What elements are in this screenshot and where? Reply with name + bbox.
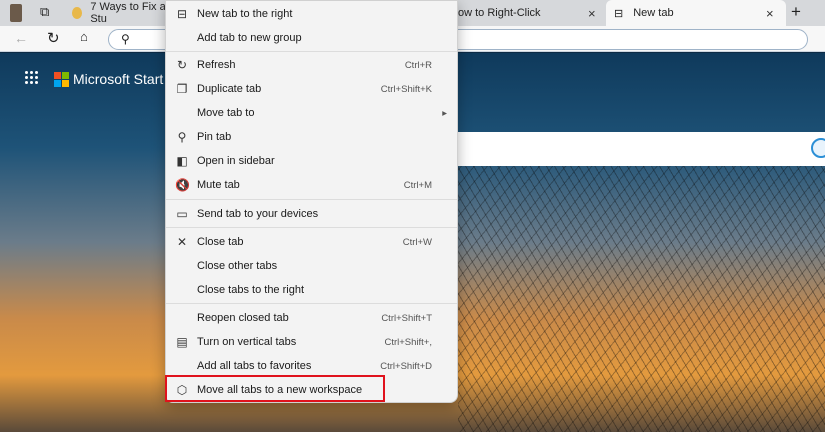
tab-right-click[interactable]: ow to Right-Click × — [458, 0, 603, 26]
workspaces-icon[interactable]: ⧉ — [40, 4, 49, 20]
duplicate-icon: ❐ — [175, 82, 189, 96]
menu-item-label: Close tab — [197, 236, 243, 248]
new-tab-icon: ⊟ — [175, 7, 189, 21]
menu-separator — [166, 303, 457, 304]
refresh-icon: ↻ — [175, 58, 189, 72]
back-icon[interactable]: ← — [14, 30, 28, 46]
new-tab-button[interactable]: + — [791, 2, 801, 22]
menu-item-add-tab-to-new-group[interactable]: Add tab to new group — [166, 27, 457, 49]
menu-item-label: Refresh — [197, 59, 236, 71]
menu-item-label: Reopen closed tab — [197, 312, 289, 324]
new-tab-page-icon: ⊟ — [614, 7, 623, 20]
menu-item-add-all-tabs-to-favorites[interactable]: Add all tabs to favorites Ctrl+Shift+D — [166, 355, 457, 377]
close-tab-icon[interactable]: × — [588, 6, 596, 21]
menu-item-reopen-closed-tab[interactable]: Reopen closed tab Ctrl+Shift+T — [166, 307, 457, 329]
menu-item-label: Mute tab — [197, 179, 240, 191]
tab-ways-to-fix[interactable]: 7 Ways to Fix a Stu — [72, 0, 172, 26]
shortcut-label: Ctrl+M — [404, 180, 432, 191]
menu-item-label: Turn on vertical tabs — [197, 336, 296, 348]
menu-separator — [166, 199, 457, 200]
menu-item-close-tab[interactable]: ✕ Close tab Ctrl+W — [166, 231, 457, 253]
close-tab-icon[interactable]: × — [766, 6, 774, 21]
profile-avatar[interactable] — [10, 4, 22, 22]
shortcut-label: Ctrl+W — [403, 237, 432, 248]
highlight-box — [165, 375, 385, 402]
bing-chat-icon[interactable] — [811, 138, 825, 158]
menu-item-label: Close other tabs — [197, 260, 277, 272]
menu-item-move-tab-to[interactable]: Move tab to ▸ — [166, 102, 457, 124]
search-icon: ⚲ — [121, 32, 130, 46]
menu-item-open-in-sidebar[interactable]: ◧ Open in sidebar — [166, 150, 457, 172]
menu-item-mute-tab[interactable]: 🔇 Mute tab Ctrl+M — [166, 174, 457, 196]
favicon-icon — [72, 7, 82, 19]
search-box[interactable] — [458, 132, 825, 166]
menu-item-new-tab-to-the-right[interactable]: ⊟ New tab to the right — [166, 3, 457, 25]
menu-item-label: Move tab to — [197, 107, 254, 119]
menu-item-duplicate-tab[interactable]: ❐ Duplicate tab Ctrl+Shift+K — [166, 78, 457, 100]
menu-item-label: Add tab to new group — [197, 32, 302, 44]
menu-item-label: Close tabs to the right — [197, 284, 304, 296]
refresh-icon[interactable]: ↻ — [47, 29, 60, 47]
shortcut-label: Ctrl+R — [405, 60, 432, 71]
shortcut-label: Ctrl+Shift+K — [381, 84, 432, 95]
vertical-tabs-icon: ▤ — [175, 335, 189, 349]
background-image — [458, 166, 825, 432]
menu-item-label: Pin tab — [197, 131, 231, 143]
menu-item-close-tabs-to-the-right[interactable]: Close tabs to the right — [166, 279, 457, 301]
mute-icon: 🔇 — [175, 178, 189, 192]
shortcut-label: Ctrl+Shift+, — [384, 337, 432, 348]
menu-item-pin-tab[interactable]: ⚲ Pin tab — [166, 126, 457, 148]
menu-item-label: Open in sidebar — [197, 155, 275, 167]
tab-context-menu: ⊟ New tab to the right Add tab to new grou… — [165, 0, 458, 403]
menu-item-turn-on-vertical-tabs[interactable]: ▤ Turn on vertical tabs Ctrl+Shift+, — [166, 331, 457, 353]
menu-separator — [166, 227, 457, 228]
menu-item-refresh[interactable]: ↻ Refresh Ctrl+R — [166, 54, 457, 76]
shortcut-label: Ctrl+Shift+D — [380, 361, 432, 372]
tab-new-tab[interactable]: ⊟ New tab × — [606, 0, 786, 26]
shortcut-label: Ctrl+Shift+T — [381, 313, 432, 324]
close-icon: ✕ — [175, 235, 189, 249]
menu-item-send-tab-to-your-devices[interactable]: ▭ Send tab to your devices — [166, 203, 457, 225]
menu-item-label: New tab to the right — [197, 8, 292, 20]
menu-item-close-other-tabs[interactable]: Close other tabs — [166, 255, 457, 277]
sidebar-icon: ◧ — [175, 154, 189, 168]
microsoft-logo-icon — [54, 72, 69, 87]
menu-separator — [166, 51, 457, 52]
devices-icon: ▭ — [175, 207, 189, 221]
pin-icon: ⚲ — [175, 130, 189, 144]
submenu-arrow-icon: ▸ — [442, 108, 447, 119]
microsoft-start-logo[interactable]: Microsoft Start — [54, 71, 163, 87]
home-icon[interactable]: ⌂ — [80, 29, 88, 44]
menu-item-label: Add all tabs to favorites — [197, 360, 311, 372]
menu-item-label: Duplicate tab — [197, 83, 261, 95]
apps-launcher-icon[interactable] — [25, 71, 38, 84]
menu-item-label: Send tab to your devices — [197, 208, 318, 220]
